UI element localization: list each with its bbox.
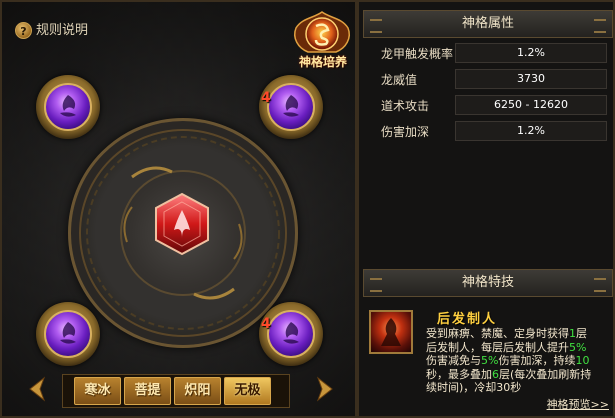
skill-name: 后发制人 xyxy=(437,312,498,327)
cultivation-panel: ? 规则说明 神格培养 4 4 寒冰 菩提 炽阳 无极 xyxy=(0,0,357,418)
attribute-row: 龙威值 3730 xyxy=(363,68,613,90)
element-tabs: 寒冰 菩提 炽阳 无极 xyxy=(74,377,271,405)
purple-gem-icon xyxy=(267,83,315,131)
center-gem-icon[interactable] xyxy=(152,192,212,256)
tab-wuji[interactable]: 无极 xyxy=(224,377,271,405)
skill-description: 受到麻痹、禁魔、定身时获得1层后发制人，每层后发制人提升5%伤害减免与5%伤害加… xyxy=(426,327,592,394)
attribute-value: 3730 xyxy=(455,69,607,89)
purple-gem-icon xyxy=(44,310,92,358)
cultivation-label: 神格培养 xyxy=(298,55,347,69)
skill-icon[interactable] xyxy=(369,310,413,354)
attribute-label: 龙甲触发概率 xyxy=(381,47,454,61)
attribute-value: 6250 - 12620 xyxy=(455,95,607,115)
rules-link[interactable]: 规则说明 xyxy=(36,22,88,39)
preview-link[interactable]: 神格预览>> xyxy=(547,396,609,412)
attribute-label: 伤害加深 xyxy=(381,125,430,139)
purple-gem-icon xyxy=(44,83,92,131)
arrow-right-icon[interactable] xyxy=(314,376,336,402)
attribute-row: 伤害加深 1.2% xyxy=(363,120,613,142)
orb-top-left[interactable] xyxy=(36,75,100,139)
tab-blaze[interactable]: 炽阳 xyxy=(174,377,221,405)
arrow-left-icon[interactable] xyxy=(26,376,48,402)
tab-ice[interactable]: 寒冰 xyxy=(74,377,121,405)
orb-level-badge: 4 xyxy=(261,316,271,332)
question-icon[interactable]: ? xyxy=(15,22,32,39)
attribute-value: 1.2% xyxy=(455,121,607,141)
attribute-value: 1.2% xyxy=(455,43,607,63)
attribute-row: 道术攻击 6250 - 12620 xyxy=(363,94,613,116)
attribute-label: 道术攻击 xyxy=(381,99,430,113)
attributes-header: 神格属性 xyxy=(363,10,613,38)
orb-bottom-left[interactable] xyxy=(36,302,100,366)
skill-header: 神格特技 xyxy=(363,269,613,297)
attribute-label: 龙威值 xyxy=(381,73,418,87)
purple-gem-icon xyxy=(267,310,315,358)
info-panel: 神格属性 龙甲触发概率 1.2% 龙威值 3730 道术攻击 6250 - 12… xyxy=(357,0,615,418)
attribute-row: 龙甲触发概率 1.2% xyxy=(363,42,613,64)
orb-top-right[interactable] xyxy=(259,75,323,139)
tab-bodhi[interactable]: 菩提 xyxy=(124,377,171,405)
orb-level-badge: 4 xyxy=(261,90,271,106)
orb-bottom-right[interactable] xyxy=(259,302,323,366)
